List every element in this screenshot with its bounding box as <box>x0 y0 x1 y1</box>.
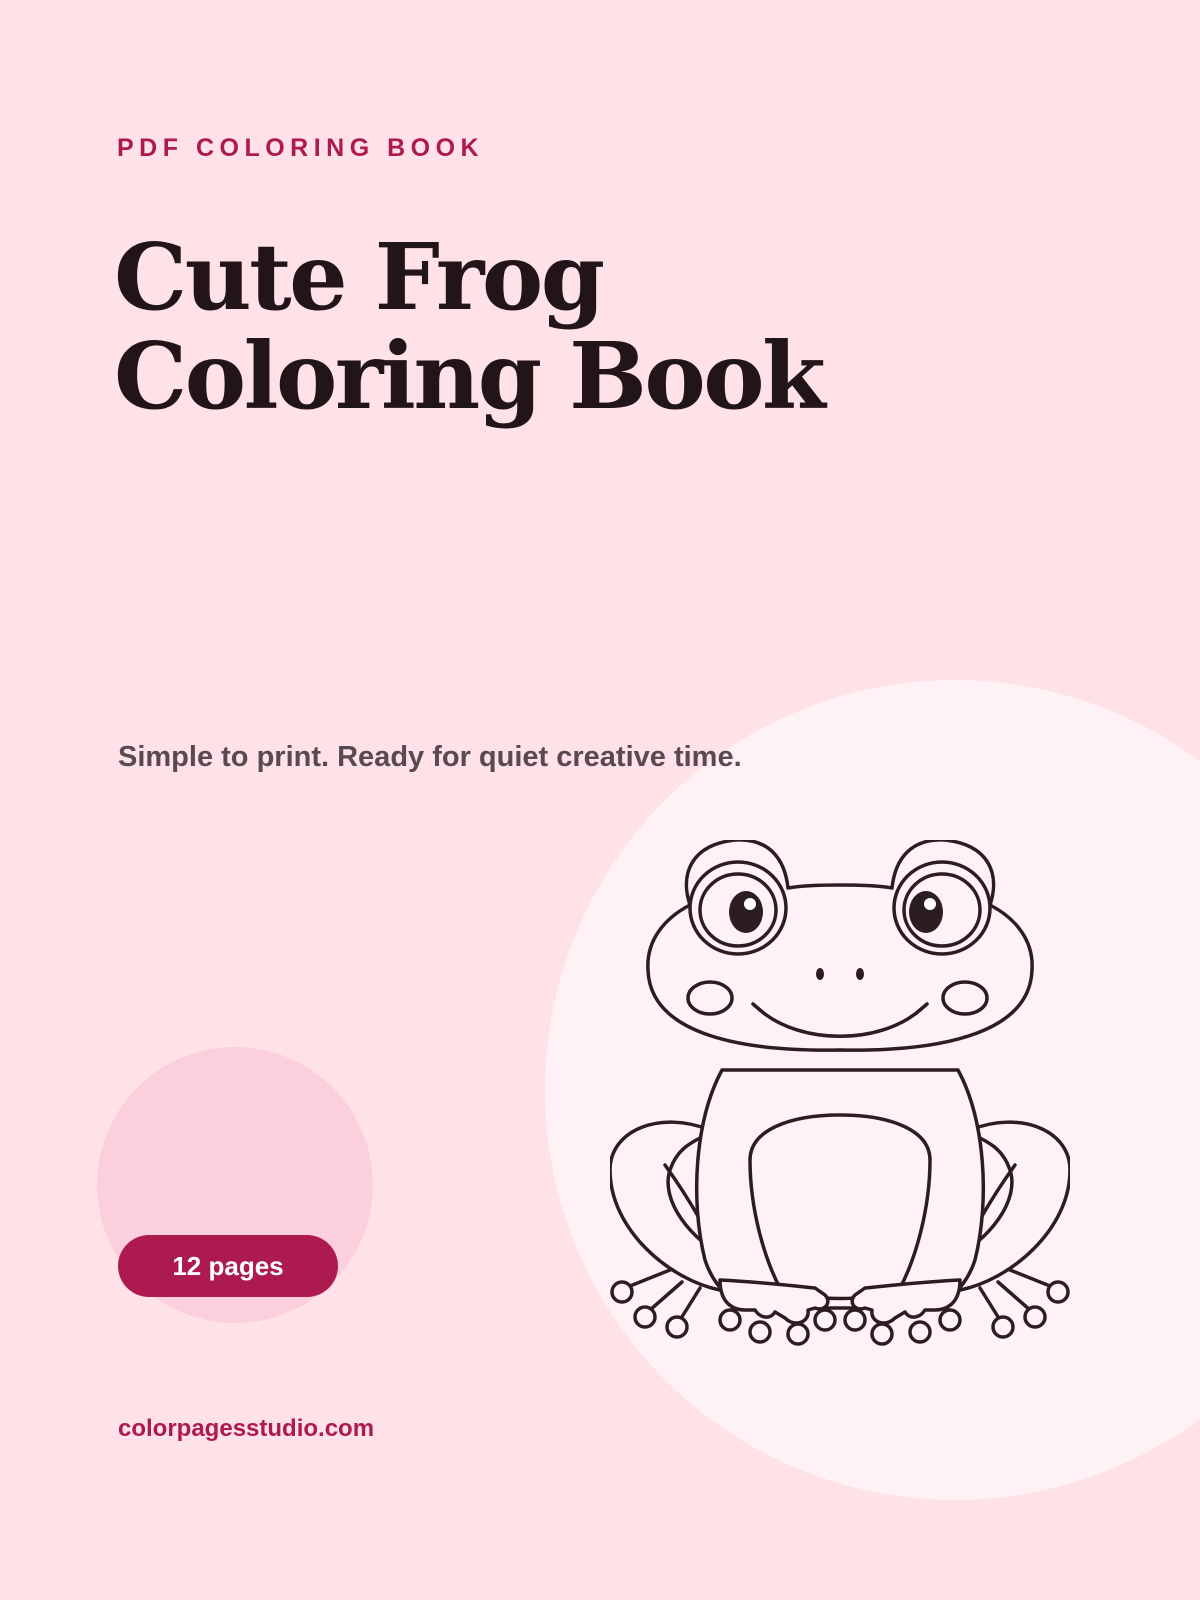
cover-title: Cute Frog Coloring Book <box>114 223 826 430</box>
cover-subtitle: Simple to print. Ready for quiet creativ… <box>118 741 742 773</box>
cover-title-line-1: Cute Frog <box>114 223 605 331</box>
cover-kicker: PDF COLORING BOOK <box>117 134 485 162</box>
frog-illustration-icon <box>610 840 1070 1346</box>
page-count-badge: 12 pages <box>118 1235 338 1297</box>
website-url: colorpagesstudio.com <box>118 1415 375 1442</box>
cover-title-line-2: Coloring Book <box>114 322 826 430</box>
cover-page: PDF COLORING BOOK Cute Frog Coloring Boo… <box>0 0 1200 1600</box>
